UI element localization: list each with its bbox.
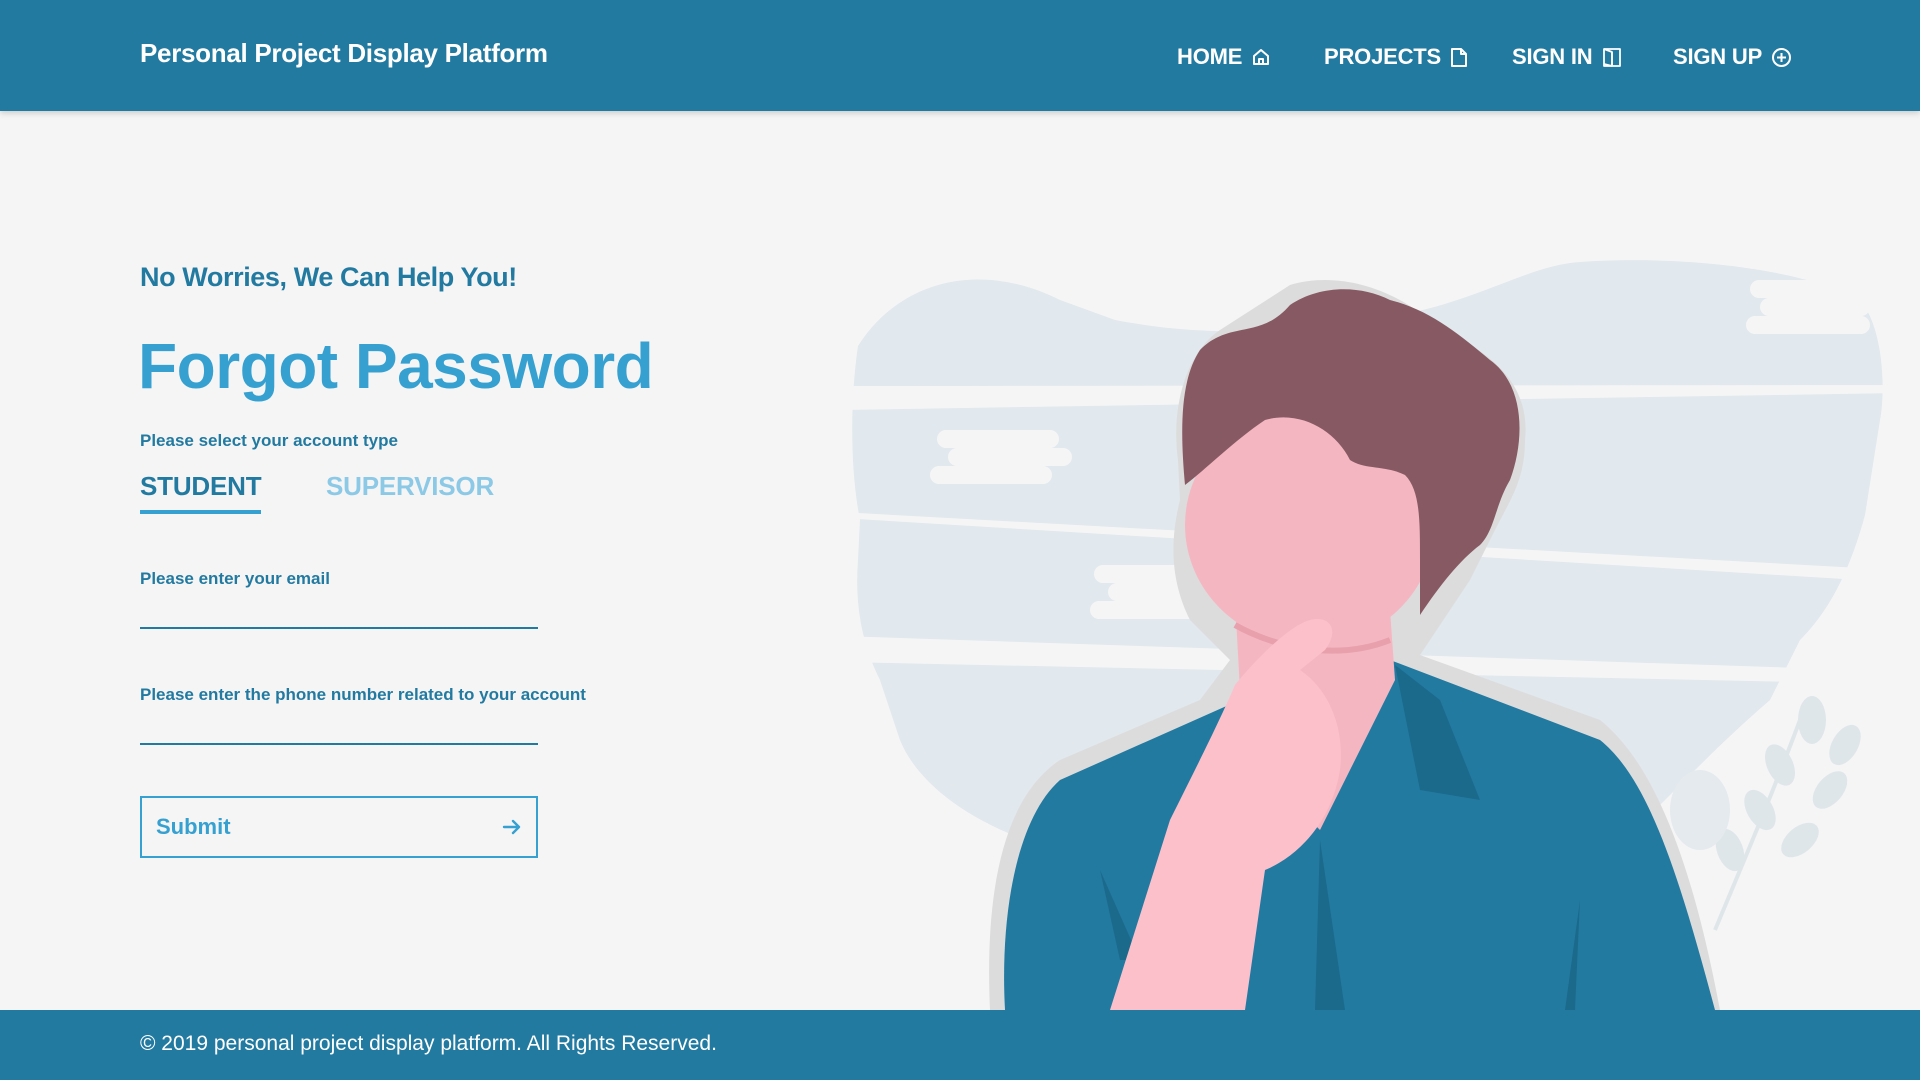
- email-field[interactable]: [140, 599, 538, 629]
- submit-label: Submit: [156, 814, 231, 839]
- nav-sign-up[interactable]: SIGN UP: [1673, 42, 1792, 72]
- nav-home-label: HOME: [1177, 44, 1243, 69]
- account-type-label: Please select your account type: [140, 431, 398, 450]
- phone-label: Please enter the phone number related to…: [140, 685, 586, 704]
- main-content: No Worries, We Can Help You! Forgot Pass…: [0, 111, 1920, 1010]
- top-navbar: Personal Project Display Platform HOME P…: [0, 0, 1920, 111]
- email-label: Please enter your email: [140, 569, 330, 588]
- submit-button[interactable]: Submit: [140, 796, 538, 858]
- page-title: Forgot Password: [138, 330, 654, 402]
- thinking-person-illustration: [840, 260, 1900, 1010]
- nav-projects[interactable]: PROJECTS: [1324, 42, 1468, 72]
- nav-sign-in[interactable]: SIGN IN: [1512, 42, 1622, 72]
- phone-field[interactable]: [140, 715, 538, 745]
- file-icon: [1450, 47, 1467, 67]
- form-subtitle: No Worries, We Can Help You!: [140, 262, 517, 292]
- arrow-right-icon: [502, 819, 521, 835]
- footer: © 2019 personal project display platform…: [0, 1010, 1920, 1080]
- nav-sign-up-label: SIGN UP: [1673, 44, 1763, 69]
- tab-student[interactable]: STUDENT: [140, 471, 262, 514]
- tab-supervisor[interactable]: SUPERVISOR: [326, 471, 494, 502]
- copyright-text: © 2019 personal project display platform…: [140, 1032, 717, 1055]
- door-icon: [1602, 47, 1621, 67]
- home-icon: [1253, 49, 1270, 65]
- nav-projects-label: PROJECTS: [1324, 44, 1441, 69]
- nav-home[interactable]: HOME: [1177, 42, 1271, 72]
- plus-circle-icon: [1772, 47, 1792, 67]
- nav-sign-in-label: SIGN IN: [1512, 44, 1593, 69]
- site-brand[interactable]: Personal Project Display Platform: [140, 38, 548, 69]
